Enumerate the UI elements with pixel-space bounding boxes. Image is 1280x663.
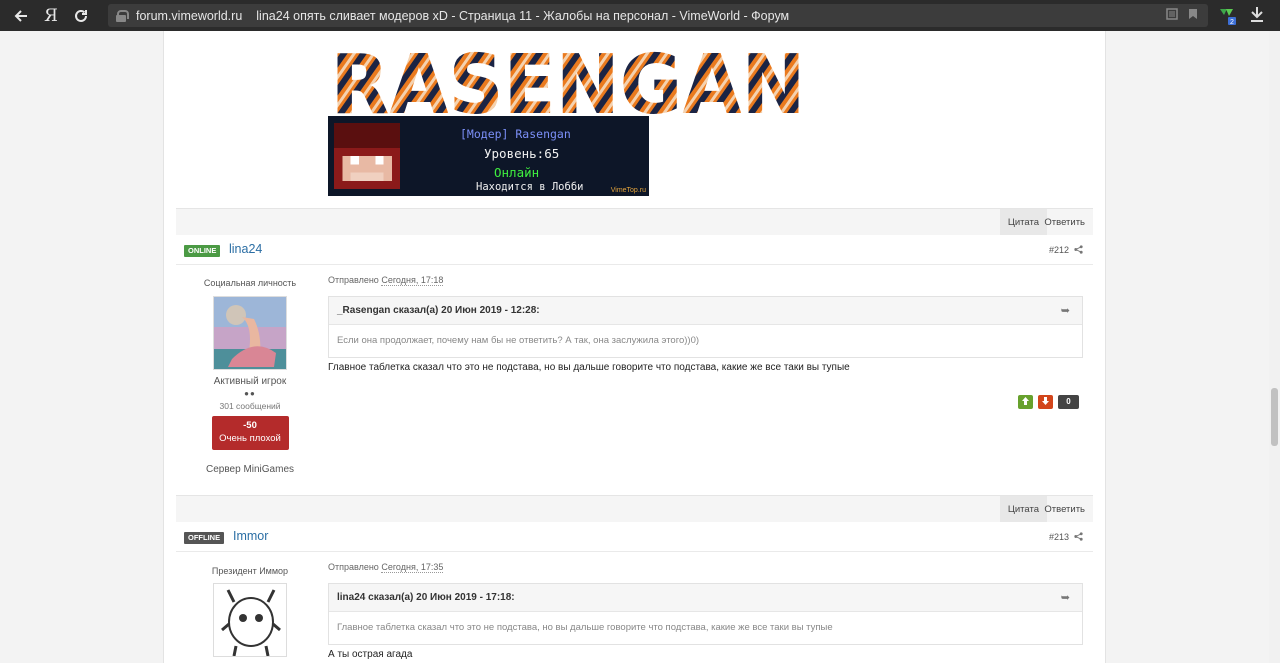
vote-count: 0 — [1058, 395, 1079, 409]
post-controls: Цитата Ответить — [176, 495, 1093, 523]
reply-button[interactable]: Ответить — [1036, 496, 1093, 523]
page-scrollbar[interactable] — [1269, 31, 1280, 663]
bookmark-icon[interactable] — [1188, 8, 1198, 23]
post-text: А ты острая агада — [328, 649, 413, 660]
quote-header: _Rasengan сказал(а) 20 Июн 2019 - 12:28:… — [329, 297, 1082, 325]
extension-icon[interactable]: 2 — [1218, 6, 1236, 26]
post-text: Главное таблетка сказал что это не подст… — [328, 362, 850, 373]
posted-date: Сегодня, 17:35 — [381, 562, 444, 573]
server-value: MiniGames — [243, 464, 295, 475]
post-number-link[interactable]: #213 — [1049, 532, 1069, 542]
posted-prefix: Отправлено — [328, 275, 379, 285]
post-content: Отправлено Сегодня, 17:18 _Rasengan сказ… — [328, 275, 1083, 373]
quote-jump-icon[interactable]: ➥ — [1061, 584, 1070, 612]
server-label: Сервер — [205, 464, 241, 475]
player-skin-icon — [334, 123, 400, 189]
yandex-button[interactable]: Я — [36, 0, 66, 31]
signature-logo-text: RASENGAN — [331, 43, 806, 117]
author-info-panel: Президент Иммор — [176, 566, 324, 657]
reputation-label: Очень плохой — [219, 433, 281, 444]
vote-down-button[interactable] — [1038, 395, 1053, 409]
post-author-link[interactable]: Immor — [233, 529, 268, 543]
extension-badge: 2 — [1230, 19, 1234, 26]
post-controls: Цитата Ответить — [176, 208, 1093, 236]
rasengan-signature-logo: RASENGAN — [331, 43, 806, 117]
scrollbar-thumb[interactable] — [1271, 388, 1278, 446]
posted-time: Отправлено Сегодня, 17:35 — [328, 562, 1083, 573]
author-info-panel: Социальная личность Активный игрок ●● 30… — [176, 278, 324, 475]
quote-block: _Rasengan сказал(а) 20 Июн 2019 - 12:28:… — [328, 296, 1083, 358]
post-header: ONLINE lina24 #212 — [176, 235, 1093, 265]
posted-prefix: Отправлено — [328, 562, 379, 572]
banner-location: Находится в Лобби — [476, 181, 584, 193]
browser-toolbar: Я forum.vimeworld.ru lina24 опять сливае… — [0, 0, 1280, 31]
avatar[interactable] — [213, 583, 287, 657]
post-author-link[interactable]: lina24 — [229, 242, 262, 256]
author-server: Сервер MiniGames — [176, 464, 324, 475]
banner-site: VimeTop.ru — [610, 187, 646, 194]
quote-header: lina24 сказал(а) 20 Июн 2019 - 17:18: ➥ — [329, 584, 1082, 612]
avatar[interactable] — [213, 296, 287, 370]
posted-time: Отправлено Сегодня, 17:18 — [328, 275, 1083, 286]
vote-up-button[interactable] — [1018, 395, 1033, 409]
post-header: OFFLINE Immor #213 — [176, 522, 1093, 552]
author-group-title: Социальная личность — [203, 278, 297, 288]
address-domain: forum.vimeworld.ru — [136, 8, 243, 23]
banner-online-status: Онлайн — [494, 165, 540, 180]
post-content: Отправлено Сегодня, 17:35 lina24 сказал(… — [328, 562, 1083, 660]
posted-date: Сегодня, 17:18 — [381, 275, 444, 286]
banner-level: Уровень:65 — [484, 146, 560, 161]
online-status-badge: ONLINE — [184, 245, 221, 257]
quote-author: _Rasengan сказал(а) 20 Июн 2019 - 12:28: — [337, 305, 540, 316]
quote-text: Главное таблетка сказал что это не подст… — [329, 612, 1082, 644]
reload-icon[interactable] — [66, 0, 96, 31]
post-list: RASENGAN [Модер] Rasengan Уровень:65 Онл… — [176, 31, 1093, 663]
offline-status-badge: OFFLINE — [184, 532, 225, 544]
author-group-title: Президент Иммор — [211, 566, 289, 576]
quote-author: lina24 сказал(а) 20 Июн 2019 - 17:18: — [337, 592, 515, 603]
share-icon[interactable] — [1074, 245, 1083, 254]
reputation-badge: -50 Очень плохой — [211, 416, 289, 450]
reader-mode-icon[interactable] — [1166, 8, 1178, 23]
page-tab-title: lina24 опять сливает модеров xD - Страни… — [256, 8, 790, 23]
player-status-banner: [Модер] Rasengan Уровень:65 Онлайн Наход… — [328, 116, 649, 196]
share-icon[interactable] — [1074, 532, 1083, 541]
forum-page: RASENGAN [Модер] Rasengan Уровень:65 Онл… — [163, 31, 1106, 663]
reputation-value: -50 — [243, 420, 257, 431]
banner-player-name: [Модер] Rasengan — [460, 127, 571, 141]
back-arrow-icon[interactable] — [6, 0, 36, 31]
reply-button[interactable]: Ответить — [1036, 209, 1093, 236]
post-number-link[interactable]: #212 — [1049, 245, 1069, 255]
quote-text: Если она продолжает, почему нам бы не от… — [329, 325, 1082, 357]
post-count: 301 сообщений — [219, 401, 281, 411]
post-votes: 0 — [1013, 395, 1079, 409]
lock-icon — [116, 10, 129, 22]
rank-pips: ●● — [244, 389, 256, 398]
address-bar[interactable]: forum.vimeworld.ru lina24 опять сливает … — [108, 4, 1208, 27]
download-icon[interactable] — [1250, 6, 1266, 24]
quote-block: lina24 сказал(а) 20 Июн 2019 - 17:18: ➥ … — [328, 583, 1083, 645]
author-rank: Активный игрок — [213, 376, 287, 387]
quote-jump-icon[interactable]: ➥ — [1061, 297, 1070, 325]
